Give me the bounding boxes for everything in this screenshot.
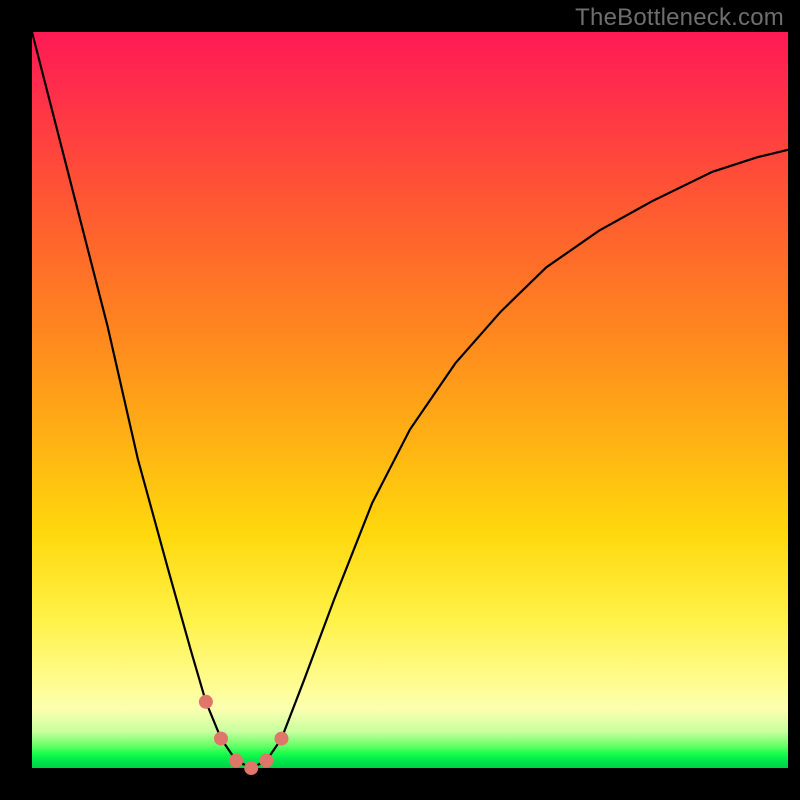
marker-dot	[199, 695, 213, 709]
marker-dot	[244, 761, 258, 775]
chart-frame: TheBottleneck.com	[0, 0, 800, 800]
bottleneck-curve	[32, 32, 788, 768]
plot-area	[32, 32, 788, 768]
marker-dot	[259, 754, 273, 768]
marker-dot	[275, 732, 289, 746]
curve-path	[32, 32, 788, 768]
watermark-text: TheBottleneck.com	[575, 4, 784, 32]
marker-dot	[229, 754, 243, 768]
marker-dot	[214, 732, 228, 746]
